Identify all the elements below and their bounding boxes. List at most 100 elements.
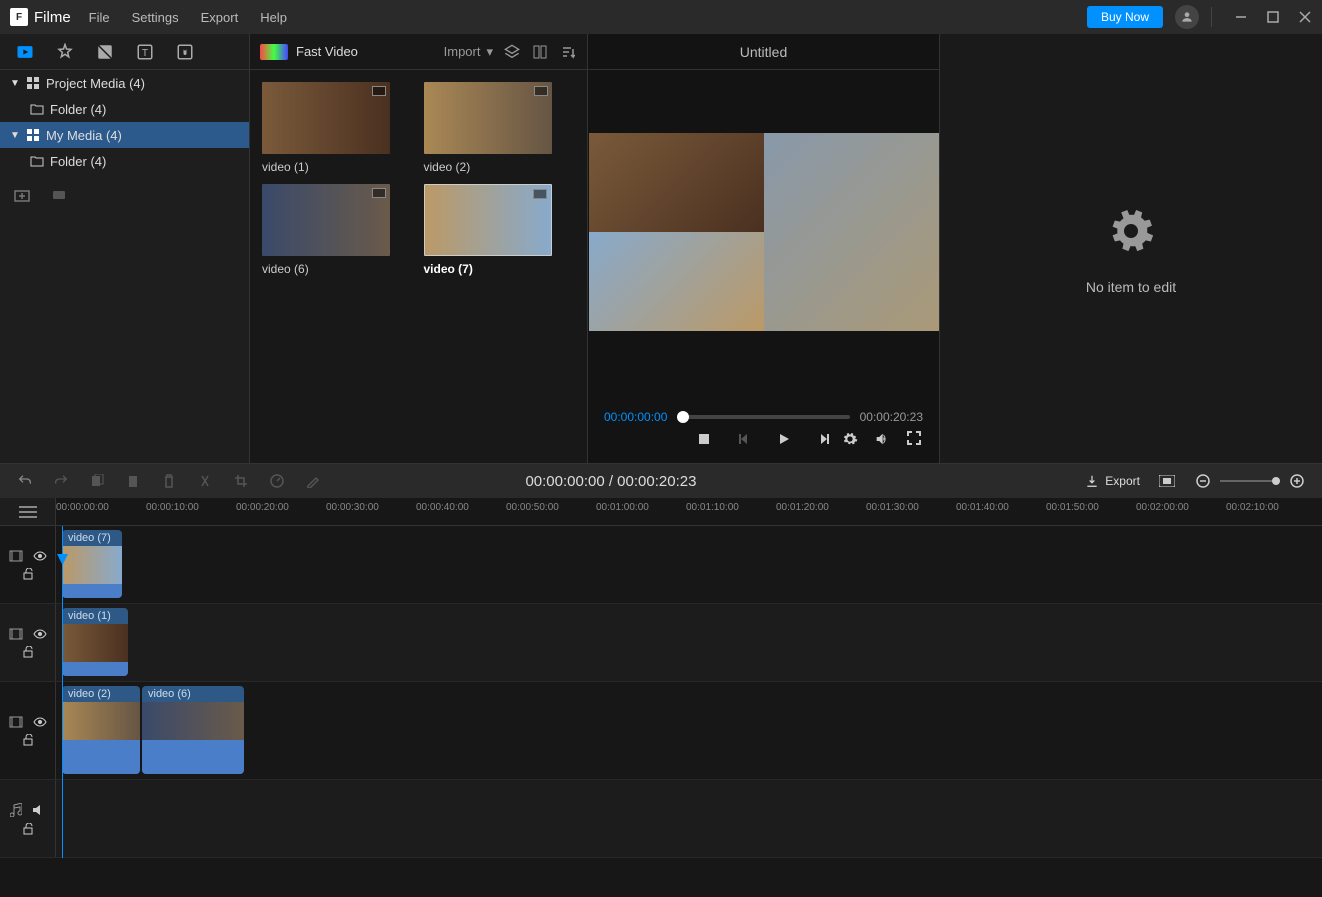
window-maximize[interactable] [1266,10,1280,24]
menu-export[interactable]: Export [201,10,239,25]
menu-bar: File Settings Export Help [89,10,287,25]
menu-settings[interactable]: Settings [132,10,179,25]
app-name: Filme [34,9,71,26]
edit-button[interactable] [304,474,322,488]
tab-audio-icon[interactable] [174,41,196,63]
lock-icon[interactable] [22,568,34,580]
user-avatar[interactable] [1175,5,1199,29]
clip-badge-icon [534,86,548,96]
no-item-label: No item to edit [1086,279,1176,295]
tab-transitions-icon[interactable] [94,41,116,63]
clip-video-6[interactable]: video (6) [142,686,244,774]
timeline-ruler[interactable]: 00:00:00:0000:00:10:0000:00:20:0000:00:3… [56,498,1322,525]
tree-label: My Media (4) [46,128,122,143]
volume-icon[interactable] [873,431,891,447]
clip-video-1[interactable]: video (1) [62,608,128,676]
preview-time-duration: 00:00:20:23 [860,410,923,424]
media-item-video-6[interactable]: video (6) [262,184,414,276]
timeline-export-button[interactable]: Export [1085,474,1140,488]
window-minimize[interactable] [1234,10,1248,24]
speed-button[interactable] [268,474,286,488]
film-icon [9,716,23,728]
settings-icon[interactable] [841,431,859,447]
copy-button[interactable] [88,474,106,488]
hamburger-icon[interactable] [19,505,37,519]
logo-icon: F [10,8,28,26]
tree-project-media[interactable]: ▼ Project Media (4) [0,70,249,96]
fullscreen-icon[interactable] [905,431,923,447]
tree-folder-1[interactable]: Folder (4) [20,96,249,122]
grid-icon [26,128,40,142]
film-icon [9,550,23,562]
lock-icon[interactable] [22,823,34,835]
timeline-toolbar: 00:00:00:00 / 00:00:20:23 Export [0,464,1322,498]
fast-video-button[interactable]: Fast Video [260,44,358,60]
add-folder-icon[interactable] [14,188,30,202]
folder-icon [30,102,44,116]
playhead[interactable] [62,526,63,858]
crop-button[interactable] [232,474,250,488]
lock-icon[interactable] [22,734,34,746]
audio-track-1 [0,780,1322,858]
tree-my-media[interactable]: ▼ My Media (4) [0,122,249,148]
svg-text:T: T [142,46,149,58]
grid-icon [26,76,40,90]
stop-button[interactable] [695,432,713,446]
preview-scrubber[interactable] [677,415,849,419]
zoom-slider[interactable] [1220,480,1280,482]
grid-view-icon[interactable] [531,45,549,59]
window-close[interactable] [1298,10,1312,24]
volume-icon[interactable] [32,804,46,816]
tree-folder-2[interactable]: Folder (4) [20,148,249,174]
zoom-in-button[interactable] [1288,474,1306,488]
menu-file[interactable]: File [89,10,110,25]
import-button[interactable]: Import ▾ [444,44,493,60]
clip-badge-icon [372,86,386,96]
timeline: 00:00:00:0000:00:10:0000:00:20:0000:00:3… [0,498,1322,897]
media-item-video-1[interactable]: video (1) [262,82,414,174]
preview-panel: Untitled 00:00:00:00 00:00:20:23 [588,34,940,463]
split-button[interactable] [196,474,214,488]
undo-button[interactable] [16,473,34,489]
video-track-2: video (1) [0,604,1322,682]
sort-icon[interactable] [559,45,577,59]
delete-button[interactable] [160,474,178,488]
preview-canvas[interactable] [588,70,939,393]
preview-title: Untitled [588,34,939,70]
sidebar: T ▼ Project Media (4) Folder (4) ▼ My Me… [0,34,250,463]
edit-panel: No item to edit [940,34,1322,463]
next-frame-button[interactable] [815,432,833,446]
video-track-3: video (2) video (6) [0,682,1322,780]
clip-video-2[interactable]: video (2) [62,686,140,774]
media-panel: Fast Video Import ▾ video (1) video (2) … [250,34,588,463]
gear-icon [1103,203,1159,259]
redo-button[interactable] [52,473,70,489]
timeline-time-display: 00:00:00:00 / 00:00:20:23 [525,473,696,490]
tree-label: Project Media (4) [46,76,145,91]
media-item-video-7[interactable]: video (7) [424,184,576,276]
play-button[interactable] [775,432,793,446]
fit-icon[interactable] [1158,475,1176,487]
tab-effects-icon[interactable] [54,41,76,63]
folder-icon [30,154,44,168]
layers-icon[interactable] [503,44,521,60]
media-item-video-2[interactable]: video (2) [424,82,576,174]
clip-badge-icon [372,188,386,198]
prev-frame-button[interactable] [735,432,753,446]
preview-time-current: 00:00:00:00 [604,410,667,424]
buy-now-button[interactable]: Buy Now [1087,6,1163,28]
zoom-out-button[interactable] [1194,474,1212,488]
clip-video-7[interactable]: video (7) [62,530,122,598]
tab-media-icon[interactable] [14,41,36,63]
eye-icon[interactable] [33,551,47,561]
chevron-down-icon: ▾ [486,44,493,60]
tree-label: Folder (4) [50,154,106,169]
paste-button[interactable] [124,474,142,488]
eye-icon[interactable] [33,717,47,727]
tab-text-icon[interactable]: T [134,41,156,63]
menu-help[interactable]: Help [260,10,287,25]
eye-icon[interactable] [33,629,47,639]
titlebar: F Filme File Settings Export Help Buy No… [0,0,1322,34]
tag-icon[interactable] [52,188,68,202]
lock-icon[interactable] [22,646,34,658]
